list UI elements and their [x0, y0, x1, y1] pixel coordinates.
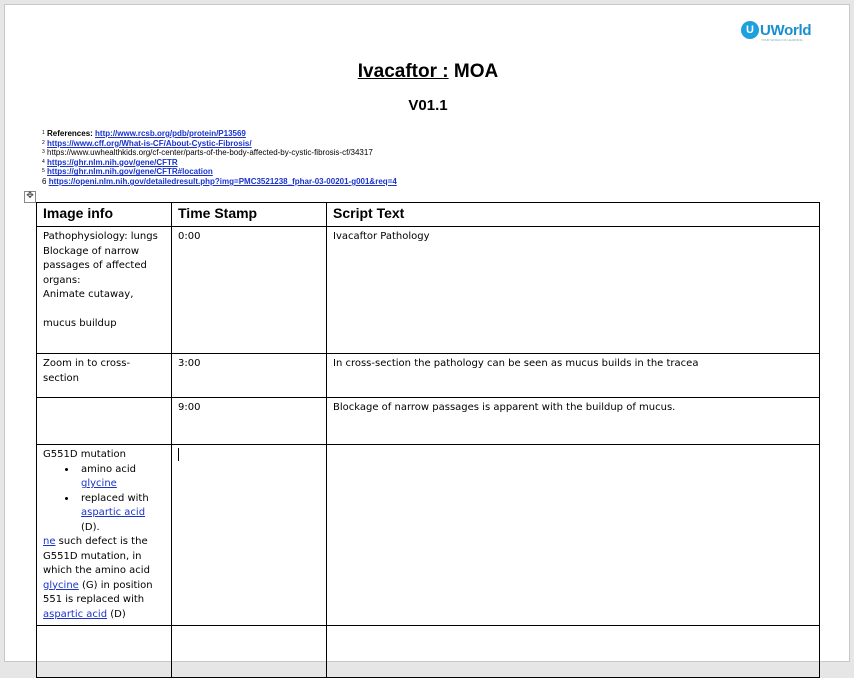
reference-item: 1 References: http://www.rcsb.org/pdb/pr… — [42, 129, 246, 138]
reference-link[interactable]: https://ghr.nlm.nih.gov/gene/CFTR — [47, 158, 178, 167]
references-list: 1 References: http://www.rcsb.org/pdb/pr… — [42, 129, 397, 187]
glycine-link[interactable]: glycine — [43, 580, 79, 591]
time-stamp-cell[interactable] — [171, 444, 327, 626]
script-text-cell[interactable]: In cross-section the pathology can be se… — [326, 353, 820, 398]
table-row — [36, 625, 820, 678]
table-move-handle-icon[interactable]: ✥ — [24, 191, 36, 203]
reference-link[interactable]: https://ghr.nlm.nih.gov/gene/CFTR#locati… — [47, 167, 213, 176]
globe-icon: U — [741, 21, 759, 39]
text-cursor — [178, 448, 179, 461]
image-info-cell[interactable] — [36, 397, 172, 445]
aspartic-acid-link[interactable]: aspartic acid — [43, 609, 107, 620]
column-header-image-info: Image info — [36, 202, 172, 227]
ne-link[interactable]: ne — [43, 536, 56, 547]
mutation-bullet-list: amino acidglycine replaced withaspartic … — [43, 463, 165, 536]
version-label: V01.1 — [408, 97, 448, 114]
image-info-cell[interactable] — [36, 625, 172, 678]
script-text-cell[interactable]: Ivacaftor Pathology — [326, 226, 820, 354]
reference-item: 4 https://ghr.nlm.nih.gov/gene/CFTR — [42, 157, 178, 167]
image-info-cell[interactable]: Pathophysiology: lungs Blockage of narro… — [36, 226, 172, 354]
table-row: G551D mutation amino acidglycine replace… — [36, 444, 820, 626]
page-title: Ivacaftor : MOA — [5, 61, 851, 83]
time-stamp-cell[interactable]: 3:00 — [171, 353, 327, 398]
reference-item: 2 https://www.cff.org/What-is-CF/About-C… — [42, 138, 252, 148]
reference-item: 6 https://openi.nlm.nih.gov/detailedresu… — [42, 176, 397, 186]
list-item: amino acidglycine — [77, 463, 165, 492]
table-row: Pathophysiology: lungs Blockage of narro… — [36, 226, 820, 354]
glycine-link[interactable]: glycine — [81, 478, 117, 489]
time-stamp-cell[interactable]: 9:00 — [171, 397, 327, 445]
reference-link[interactable]: https://www.cff.org/What-is-CF/About-Cys… — [47, 139, 252, 148]
reference-item: 3 https://www.uwhealthkids.org/cf-center… — [42, 148, 373, 158]
mutation-paragraph: ne such defect is the G551D mutation, in… — [43, 536, 153, 620]
logo-tagline: YOUR WORLD OF LEARNING — [761, 38, 803, 42]
list-item: replaced withaspartic acid (D). — [77, 492, 165, 536]
uworld-logo: U UWorld YOUR WORLD OF LEARNING — [741, 21, 812, 42]
reference-text: https://www.uwhealthkids.org/cf-center/p… — [47, 148, 373, 158]
table-row: 9:00 Blockage of narrow passages is appa… — [36, 397, 820, 445]
column-header-script-text: Script Text — [326, 202, 820, 227]
image-info-cell[interactable]: Zoom in to cross-section — [36, 353, 172, 398]
table-row: Zoom in to cross-section 3:00 In cross-s… — [36, 353, 820, 398]
column-header-time-stamp: Time Stamp — [171, 202, 327, 227]
script-table: Image info Time Stamp Script Text Pathop… — [36, 202, 820, 678]
logo-brand: UWorld — [760, 21, 812, 39]
image-info-cell[interactable]: G551D mutation amino acidglycine replace… — [36, 444, 172, 626]
reference-link[interactable]: http://www.rcsb.org/pdb/protein/P13569 — [95, 129, 246, 138]
reference-item: 5 https://ghr.nlm.nih.gov/gene/CFTR#loca… — [42, 167, 213, 177]
reference-link[interactable]: https://openi.nlm.nih.gov/detailedresult… — [49, 177, 397, 186]
time-stamp-cell[interactable] — [171, 625, 327, 678]
title-suffix: MOA — [448, 61, 499, 82]
aspartic-acid-link[interactable]: aspartic acid — [81, 507, 145, 518]
title-drug: Ivacaftor : — [357, 61, 449, 82]
script-text-cell[interactable]: Blockage of narrow passages is apparent … — [326, 397, 820, 445]
time-stamp-cell[interactable]: 0:00 — [171, 226, 327, 354]
script-text-cell[interactable] — [326, 444, 820, 626]
script-text-cell[interactable] — [326, 625, 820, 678]
table-header-row: Image info Time Stamp Script Text — [36, 202, 820, 227]
document-page: U UWorld YOUR WORLD OF LEARNING Ivacafto… — [4, 4, 851, 678]
